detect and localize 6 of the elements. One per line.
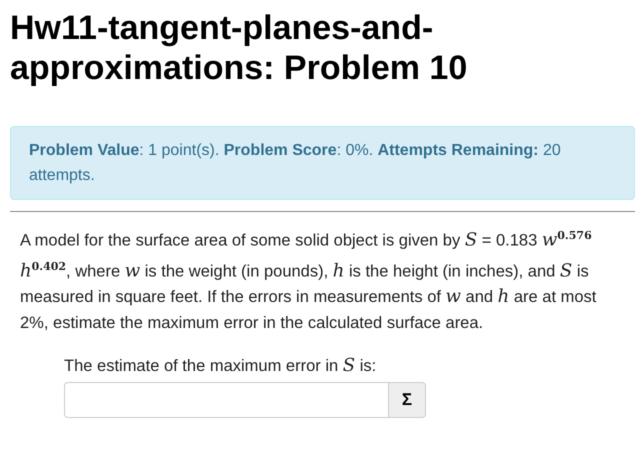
problem-text: A model for the surface area of some solid object is given by S = 0.183 w$^{0.576}$ h$^{0.402}$, where w is the weight (in pounds), h is the height (in inches), and S is measured in square feet. If the errors in measurements of w and h are at most 2%, estimate the maximum error in the calculated surface area. — [20, 228, 598, 334]
answer-field[interactable] — [64, 382, 388, 418]
answer-label: The estimate of the maximum error in S is: — [64, 354, 378, 378]
page-title: Hw11-tangent-planes-and-approximations: Problem 10 — [10, 8, 468, 88]
problem-info-banner: Problem Value: 1 point(s). Problem Score: 0%. Attempts Remaining: 20 attempts. — [10, 126, 635, 200]
equation-editor-button[interactable]: Σ — [388, 382, 426, 418]
